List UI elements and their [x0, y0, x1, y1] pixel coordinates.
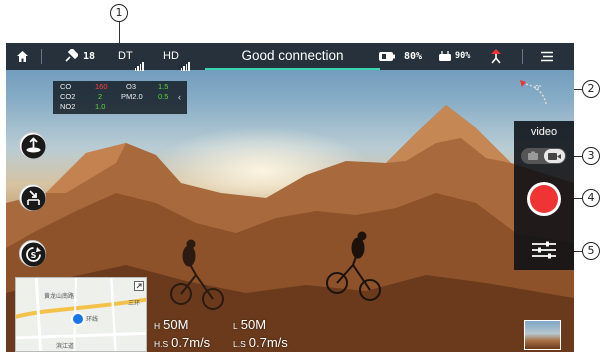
aq-key: NO2 [60, 102, 76, 111]
hd-label: HD [163, 43, 191, 71]
callout-1: 1 [110, 4, 128, 22]
media-thumbnail[interactable] [524, 320, 561, 350]
photo-video-toggle[interactable] [521, 148, 566, 164]
gps-count: 18 [83, 51, 96, 62]
callout-2: 2 [582, 80, 600, 98]
video-mode-button[interactable] [544, 149, 565, 163]
expand-icon[interactable] [134, 281, 144, 291]
callout-4: 4 [582, 189, 600, 207]
height-label: H [154, 321, 161, 331]
signal-icon [180, 44, 191, 71]
signal-icon [134, 44, 145, 71]
aq-key: CO [60, 82, 72, 91]
vertical-speed-label: H.S [154, 339, 169, 349]
connection-status: Good connection [205, 43, 380, 70]
landing-icon [21, 186, 46, 211]
horizontal-speed-label: L.S [233, 339, 246, 349]
takeoff-icon [21, 134, 46, 159]
map-label: 环线 [86, 317, 99, 323]
dt-text: DT [118, 50, 133, 62]
height-readout: H 50M [154, 316, 188, 334]
rc-battery-percent: 90% [455, 51, 471, 61]
divider [522, 49, 523, 64]
map-label: 滨江道 [56, 344, 75, 350]
camera-control-panel: video [514, 121, 574, 270]
aq-value: 160 [95, 82, 108, 91]
landing-button[interactable] [19, 184, 46, 211]
drone-camera-screen: 18 DT HD Good connection 80% 90% CO 160 … [6, 43, 574, 352]
menu-icon[interactable] [540, 51, 554, 62]
height-value: 50M [163, 317, 189, 332]
aq-value: 1.5 [158, 82, 169, 91]
hd-text: HD [163, 50, 179, 62]
status-bar: 18 DT HD Good connection 80% 90% [6, 43, 574, 71]
aq-value: 1.0 [95, 102, 106, 111]
distance-label: L [233, 321, 238, 331]
controller-icon [439, 51, 451, 61]
rth-icon[interactable] [490, 48, 502, 65]
return-icon: S [21, 242, 46, 267]
air-quality-panel: CO 160 O3 1.5 CO2 2 PM2.0 0.5 NO2 1.0 ‹ [53, 81, 187, 114]
compass-heading: 0° [535, 85, 542, 92]
camera-mode-label: video [530, 126, 558, 138]
record-button[interactable] [527, 182, 561, 216]
battery-icon [379, 52, 395, 61]
satellite-icon [65, 49, 78, 62]
divider [41, 49, 42, 64]
aq-value: 0.5 [158, 92, 169, 101]
location-icon [71, 312, 85, 326]
svg-text:S: S [31, 251, 37, 260]
aq-key: PM2.0 [121, 92, 143, 101]
return-home-button[interactable]: S [19, 240, 46, 267]
callout-3: 3 [582, 147, 600, 165]
map-label: 三环 [128, 301, 141, 307]
callout-5: 5 [582, 242, 600, 260]
horizontal-speed-readout: L.S 0.7m/s [233, 334, 288, 352]
dt-label: DT [118, 43, 145, 71]
vertical-speed-value: 0.7m/s [171, 335, 211, 350]
record-indicator [530, 185, 558, 213]
aq-value: 2 [98, 92, 103, 101]
battery-percent: 80% [404, 51, 423, 62]
map-label: 黄龙山南路 [44, 294, 75, 300]
aq-key: CO2 [60, 92, 76, 101]
collapse-arrow-icon[interactable]: ‹ [178, 92, 181, 102]
distance-readout: L 50M [233, 316, 266, 334]
mini-map[interactable]: 黄龙山南路 三环 环线 滨江道 [15, 277, 147, 352]
video-icon [548, 153, 561, 160]
camera-icon[interactable] [524, 150, 542, 162]
home-icon[interactable] [16, 50, 29, 63]
takeoff-button[interactable] [19, 132, 46, 159]
aq-key: O3 [126, 82, 137, 91]
horizontal-speed-value: 0.7m/s [248, 335, 288, 350]
vertical-speed-readout: H.S 0.7m/s [154, 334, 210, 352]
settings-icon[interactable] [530, 240, 558, 260]
distance-value: 50M [240, 317, 267, 332]
compass-icon [520, 80, 547, 105]
